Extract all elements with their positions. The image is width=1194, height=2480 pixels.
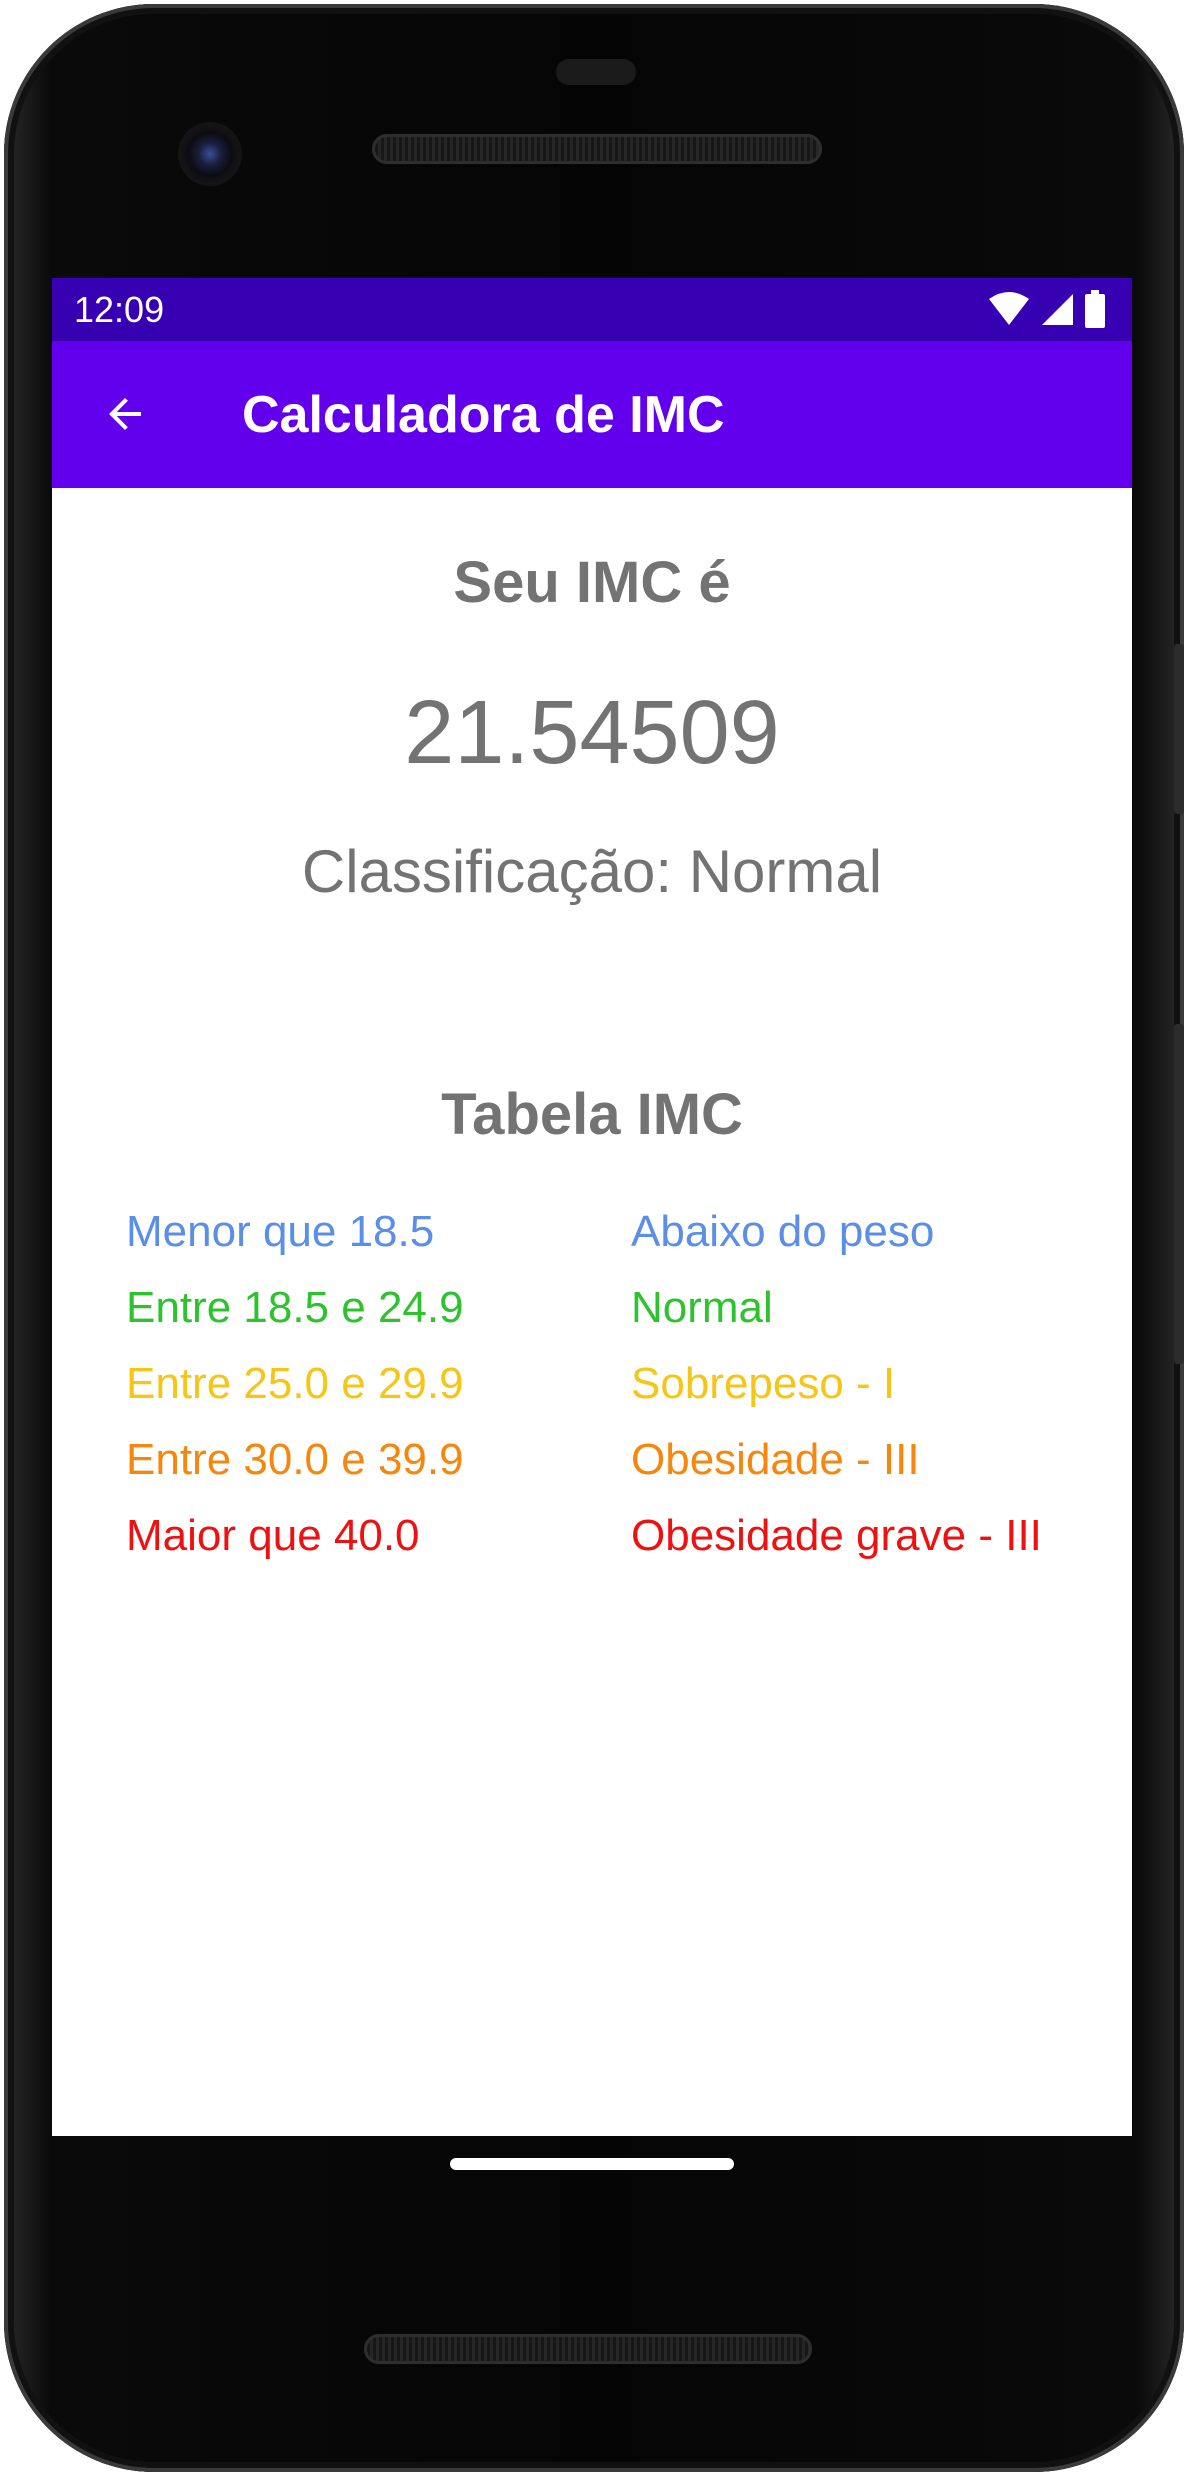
earpiece (556, 59, 636, 85)
status-icons (988, 288, 1106, 330)
status-bar: 12:09 (52, 278, 1132, 341)
bottom-speaker-grille (364, 2334, 812, 2364)
bmi-range-cell: Entre 18.5 e 24.9 (126, 1283, 464, 1332)
imc-label: Seu IMC é (453, 550, 731, 615)
result-content: Seu IMC é 21.54509 Classificação: Normal… (52, 488, 1132, 2136)
bmi-range-cell: Entre 30.0 e 39.9 (126, 1435, 464, 1484)
arrow-back-icon (109, 398, 141, 430)
home-gesture-bar[interactable] (450, 2158, 734, 2170)
table-row: Entre 25.0 e 29.9 Sobrepeso - I (126, 1356, 1126, 1432)
bmi-class-cell: Obesidade grave - III (631, 1511, 1042, 1560)
app-title: Calculadora de IMC (242, 386, 725, 444)
app-screen: 12:09 Calculadora de IMC Seu IMC é 21.54… (52, 278, 1132, 2136)
table-row: Entre 18.5 e 24.9 Normal (126, 1280, 1126, 1356)
wifi-icon (989, 292, 1029, 325)
bmi-range-cell: Entre 25.0 e 29.9 (126, 1359, 464, 1408)
top-speaker-grille (372, 134, 822, 164)
app-toolbar: Calculadora de IMC (52, 341, 1132, 488)
bmi-class-cell: Sobrepeso - I (631, 1359, 896, 1408)
front-camera (182, 126, 238, 182)
bmi-range-cell: Menor que 18.5 (126, 1207, 435, 1256)
battery-icon (1085, 290, 1105, 328)
bmi-class-cell: Abaixo do peso (631, 1207, 935, 1256)
power-button (1174, 644, 1184, 814)
bmi-table: Menor que 18.5 Abaixo do peso Entre 18.5… (126, 1204, 1126, 1584)
cell-signal-icon (1042, 294, 1073, 325)
table-row: Entre 30.0 e 39.9 Obesidade - III (126, 1432, 1126, 1508)
status-time: 12:09 (74, 289, 165, 330)
volume-button (1174, 1024, 1184, 1364)
imc-value: 21.54509 (404, 683, 780, 783)
bmi-class-cell: Normal (631, 1283, 773, 1332)
table-title: Tabela IMC (441, 1082, 743, 1147)
table-row: Maior que 40.0 Obesidade grave - III (126, 1508, 1126, 1584)
classification-text: Classificação: Normal (301, 838, 883, 905)
table-row: Menor que 18.5 Abaixo do peso (126, 1204, 1126, 1280)
bmi-class-cell: Obesidade - III (631, 1435, 920, 1484)
back-button[interactable] (82, 371, 168, 457)
bmi-range-cell: Maior que 40.0 (126, 1511, 420, 1560)
device-screenshot: 12:09 Calculadora de IMC Seu IMC é 21.54… (0, 0, 1194, 2480)
